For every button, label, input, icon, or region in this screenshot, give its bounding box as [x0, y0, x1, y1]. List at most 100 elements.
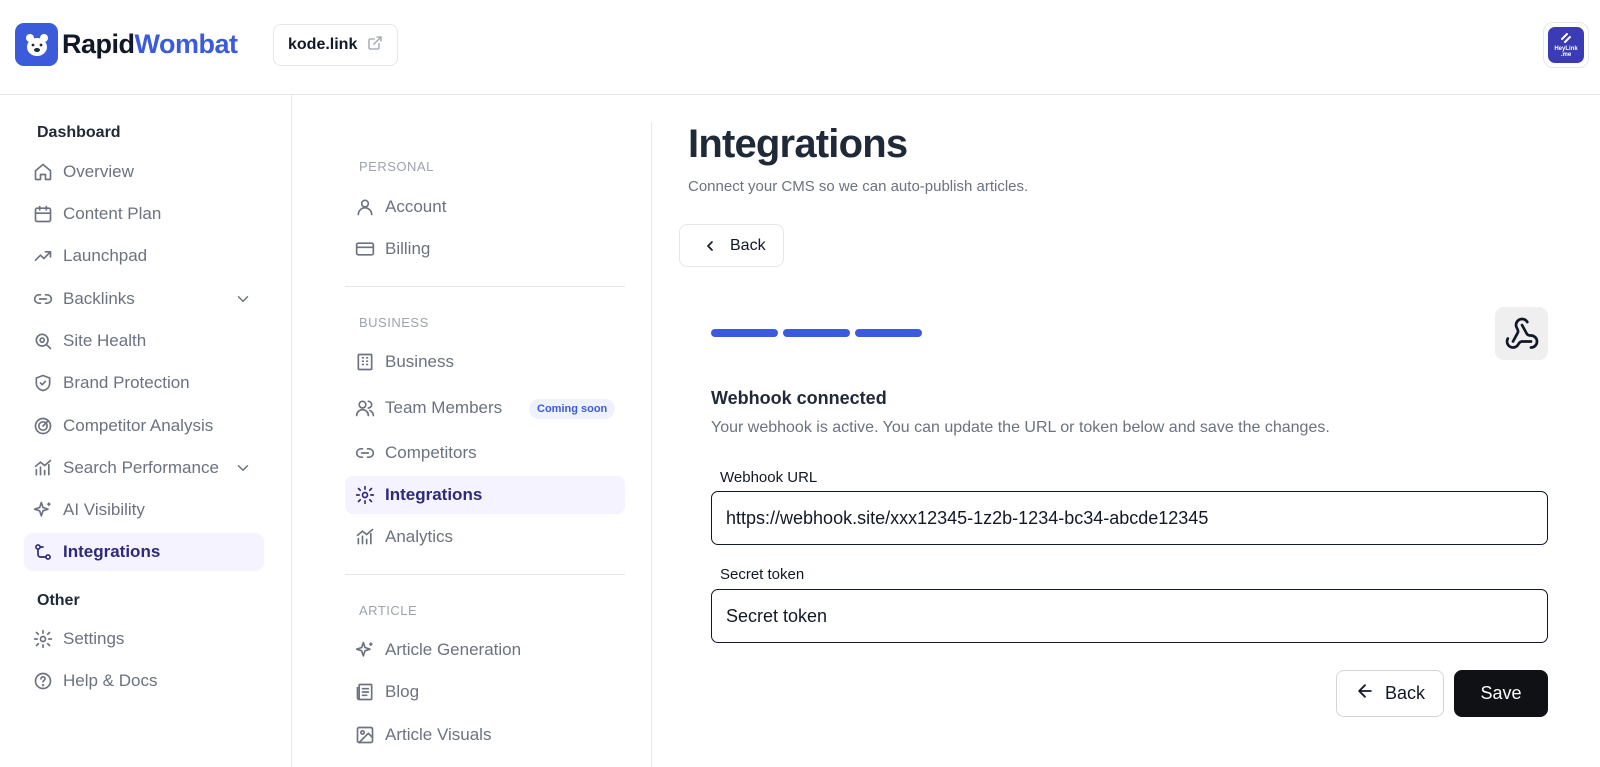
settings-item-analytics[interactable]: Analytics	[345, 518, 625, 556]
site-selector[interactable]: kode.link	[273, 24, 399, 66]
users-icon	[355, 398, 375, 418]
chart-icon	[355, 527, 375, 547]
avatar-logo: HeyLink .me	[1548, 27, 1584, 63]
sidebar-item-label: Competitor Analysis	[63, 416, 214, 435]
sidebar-item-label: Launchpad	[63, 246, 148, 265]
settings-item-blog[interactable]: Blog	[345, 673, 625, 711]
app-name: RapidWombat	[62, 29, 238, 60]
sidebar-item-help-docs[interactable]: Help & Docs	[24, 662, 264, 700]
progress-steps	[711, 329, 922, 337]
sidebar-item-label: Site Health	[63, 331, 147, 350]
sidebar-item-brand-protection[interactable]: Brand Protection	[24, 364, 264, 402]
settings-item-integrations[interactable]: Integrations	[345, 476, 625, 514]
app-name-part2: Wombat	[134, 29, 239, 59]
gear-icon	[355, 485, 375, 505]
app-logo[interactable]: RapidWombat	[15, 23, 238, 66]
arrow-left-icon	[1355, 681, 1375, 706]
gear-icon	[33, 629, 53, 649]
sidebar-section-other: Other	[37, 592, 80, 609]
settings-item-billing[interactable]: Billing	[345, 230, 625, 268]
progress-step-3	[855, 329, 922, 337]
settings-section-business: BUSINESS	[359, 315, 429, 330]
sidebar-section-dashboard: Dashboard	[37, 124, 121, 141]
back-button[interactable]: Back	[1336, 670, 1444, 717]
trending-up-icon	[33, 246, 53, 266]
sidebar-item-integrations[interactable]: Integrations	[24, 533, 264, 571]
page-subtitle: Connect your CMS so we can auto-publish …	[688, 178, 1029, 195]
shield-check-icon	[33, 373, 53, 393]
settings-item-label: Article Generation	[385, 640, 522, 659]
integration-icon	[33, 542, 53, 562]
sidebar-item-label: Search Performance	[63, 458, 219, 477]
image-icon	[355, 725, 375, 745]
settings-item-label: Billing	[385, 239, 431, 258]
sidebar-item-content-plan[interactable]: Content Plan	[24, 195, 264, 233]
wombat-logo-icon	[15, 23, 58, 66]
link-icon	[33, 289, 53, 309]
settings-item-label: Competitors	[385, 443, 477, 462]
settings-item-article-generation[interactable]: Article Generation	[345, 631, 625, 669]
sidebar-item-label: Overview	[63, 162, 134, 181]
avatar-text: HeyLink .me	[1554, 46, 1578, 58]
user-avatar[interactable]: HeyLink .me	[1543, 22, 1589, 68]
home-icon	[33, 162, 53, 182]
sidebar-item-overview[interactable]: Overview	[24, 153, 264, 191]
settings-item-business[interactable]: Business	[345, 343, 625, 381]
calendar-icon	[33, 204, 53, 224]
settings-divider	[345, 574, 625, 575]
progress-step-1	[711, 329, 778, 337]
settings-item-label: Integrations	[385, 485, 483, 504]
back-label: Back	[730, 236, 766, 254]
sidebar-item-competitor-analysis[interactable]: Competitor Analysis	[24, 407, 264, 445]
chevron-left-icon	[702, 238, 718, 254]
sidebar-item-site-health[interactable]: Site Health	[24, 322, 264, 360]
top-header: RapidWombat kode.link HeyLink .me	[0, 0, 1600, 95]
sidebar-item-label: Settings	[63, 629, 125, 648]
content-divider	[651, 122, 652, 767]
settings-item-label: Analytics	[385, 527, 454, 546]
chevron-down-icon[interactable]	[234, 459, 252, 477]
user-icon	[355, 197, 375, 217]
coming-soon-badge: Coming soon	[529, 399, 616, 419]
radar-icon	[33, 416, 53, 436]
sidebar-item-label: Integrations	[63, 542, 161, 561]
sidebar-item-label: Help & Docs	[63, 671, 158, 690]
secret-token-label: Secret token	[720, 566, 805, 583]
webhook-url-input[interactable]	[711, 491, 1548, 545]
card-description: Your webhook is active. You can update t…	[711, 419, 1330, 436]
back-label: Back	[1384, 683, 1426, 703]
app-name-part1: Rapid	[62, 29, 135, 59]
settings-item-label: Team Members	[385, 398, 503, 417]
settings-item-article-visuals[interactable]: Article Visuals	[345, 716, 625, 754]
back-button-top[interactable]: Back	[679, 224, 784, 267]
settings-item-account[interactable]: Account	[345, 188, 625, 226]
save-button[interactable]: Save	[1454, 670, 1548, 717]
chevron-down-icon[interactable]	[234, 290, 252, 308]
help-circle-icon	[33, 671, 53, 691]
newspaper-icon	[355, 682, 375, 702]
sidebar-item-label: Brand Protection	[63, 373, 190, 392]
link-icon	[1561, 33, 1571, 43]
settings-item-team-members[interactable]: Team Members Coming soon	[345, 389, 625, 427]
chart-icon	[33, 458, 53, 478]
secret-token-input[interactable]	[711, 589, 1548, 643]
credit-card-icon	[355, 239, 375, 259]
settings-section-article: ARTICLE	[359, 603, 418, 618]
settings-item-label: Blog	[385, 682, 420, 701]
settings-item-competitors[interactable]: Competitors	[345, 434, 625, 472]
sparkles-icon	[355, 640, 375, 660]
building-icon	[355, 352, 375, 372]
settings-item-label: Account	[385, 197, 447, 216]
sidebar-item-settings[interactable]: Settings	[24, 620, 264, 658]
page-title: Integrations	[688, 122, 908, 166]
sidebar-item-backlinks[interactable]: Backlinks	[24, 280, 264, 318]
settings-item-label: Article Visuals	[385, 725, 492, 744]
sidebar-item-launchpad[interactable]: Launchpad	[24, 237, 264, 275]
sidebar-item-label: Backlinks	[63, 289, 135, 308]
sidebar-item-label: Content Plan	[63, 204, 162, 223]
external-link-icon[interactable]	[367, 35, 383, 56]
sidebar-item-ai-visibility[interactable]: AI Visibility	[24, 491, 264, 529]
webhook-url-label: Webhook URL	[720, 469, 818, 486]
sidebar-item-search-performance[interactable]: Search Performance	[24, 449, 264, 487]
card-title: Webhook connected	[711, 388, 887, 408]
